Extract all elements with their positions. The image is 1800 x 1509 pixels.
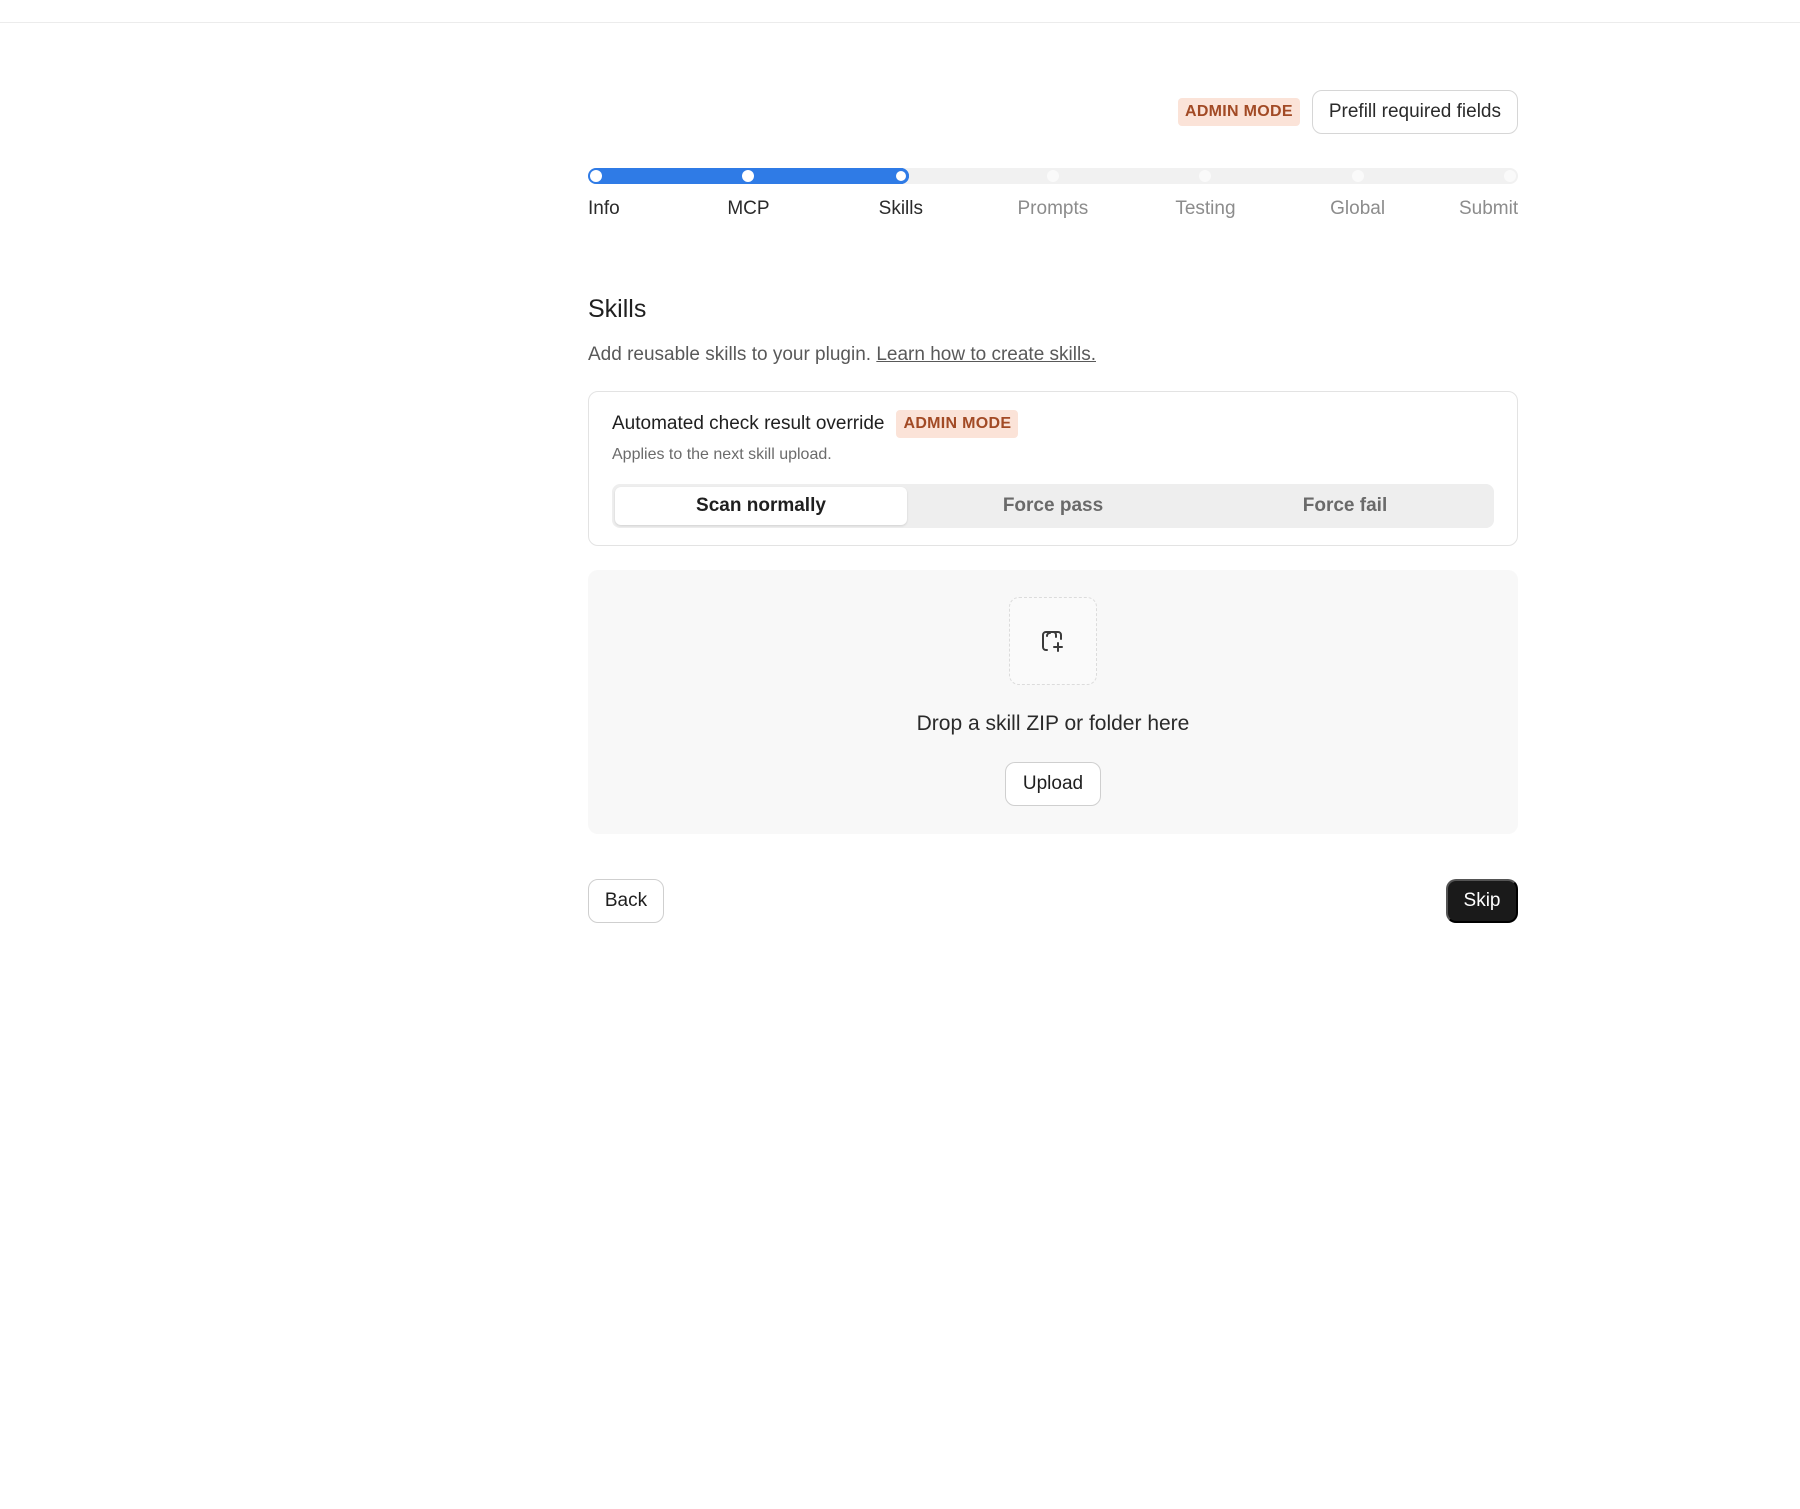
override-subtitle: Applies to the next skill upload. bbox=[612, 446, 832, 463]
step-dot-submit bbox=[1504, 170, 1516, 182]
top-divider bbox=[0, 22, 1800, 23]
step-label-mcp[interactable]: MCP bbox=[727, 198, 769, 220]
stepper-labels: Info MCP Skills Prompts Testing Global Submit bbox=[588, 198, 1518, 222]
learn-skills-link[interactable]: Learn how to create skills. bbox=[876, 344, 1096, 365]
step-label-testing[interactable]: Testing bbox=[1175, 198, 1235, 220]
step-label-submit[interactable]: Submit bbox=[1459, 198, 1518, 220]
progress-stepper bbox=[588, 168, 1518, 184]
step-label-skills[interactable]: Skills bbox=[879, 198, 923, 220]
page-title: Skills bbox=[588, 295, 647, 323]
step-dot-prompts bbox=[1047, 170, 1059, 182]
override-option-force-pass[interactable]: Force pass bbox=[907, 487, 1199, 525]
prefill-required-fields-button[interactable]: Prefill required fields bbox=[1311, 90, 1518, 134]
step-label-global[interactable]: Global bbox=[1330, 198, 1385, 220]
dropzone-text: Drop a skill ZIP or folder here bbox=[916, 712, 1190, 735]
step-label-info[interactable]: Info bbox=[588, 198, 620, 220]
back-button[interactable]: Back bbox=[588, 879, 664, 923]
skip-button[interactable]: Skip bbox=[1446, 879, 1518, 923]
admin-mode-badge: ADMIN MODE bbox=[1177, 98, 1300, 126]
override-title-row: Automated check result override ADMIN MO… bbox=[612, 410, 1019, 438]
override-admin-badge: ADMIN MODE bbox=[896, 410, 1019, 438]
section-description-text: Add reusable skills to your plugin. bbox=[588, 344, 872, 365]
step-dot-global bbox=[1351, 170, 1364, 182]
check-override-card: Automated check result override ADMIN MO… bbox=[588, 391, 1518, 546]
skill-upload-icon bbox=[1009, 597, 1097, 685]
step-dot-info bbox=[590, 170, 602, 182]
override-segmented-control: Scan normally Force pass Force fail bbox=[612, 484, 1494, 528]
upload-button[interactable]: Upload bbox=[1005, 762, 1101, 806]
override-option-force-fail[interactable]: Force fail bbox=[1199, 487, 1491, 525]
skill-dropzone[interactable]: Drop a skill ZIP or folder here Upload bbox=[588, 570, 1518, 834]
section-description: Add reusable skills to your plugin. Lear… bbox=[588, 344, 1096, 366]
step-dot-skills bbox=[892, 168, 909, 184]
override-title: Automated check result override bbox=[612, 413, 885, 434]
step-label-prompts[interactable]: Prompts bbox=[1018, 198, 1089, 220]
header-actions: ADMIN MODE Prefill required fields bbox=[1177, 90, 1518, 134]
override-option-scan-normally[interactable]: Scan normally bbox=[615, 487, 907, 525]
